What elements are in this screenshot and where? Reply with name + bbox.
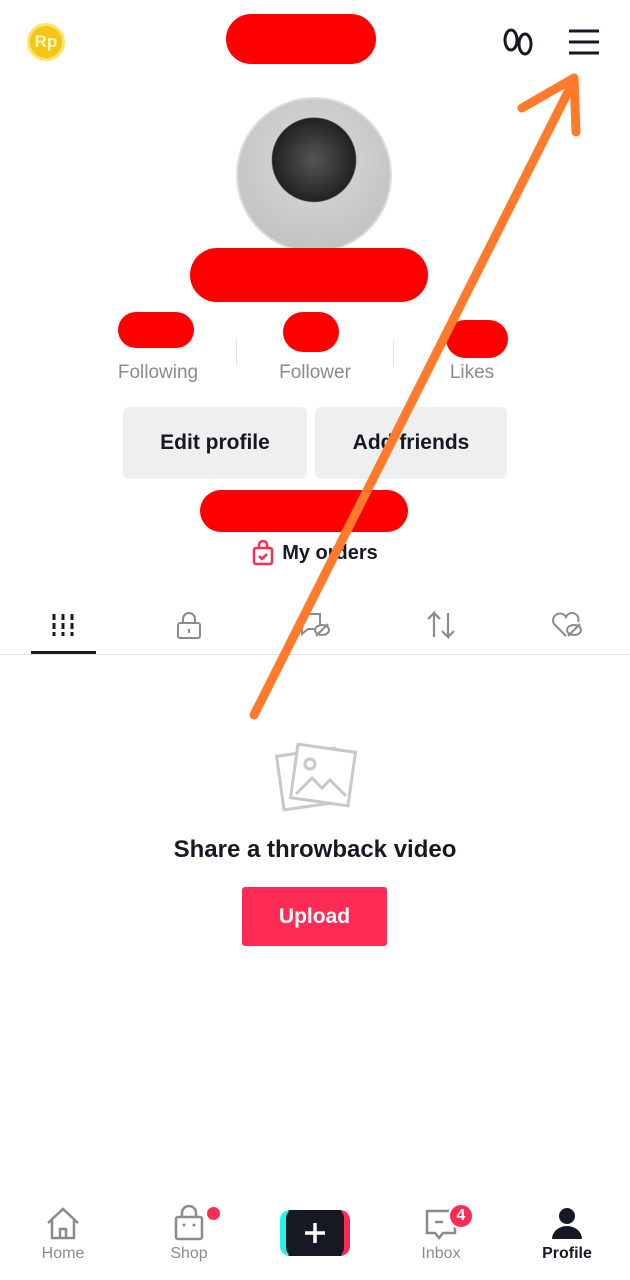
tab-private[interactable] bbox=[126, 600, 252, 650]
redacted-following-count bbox=[118, 312, 194, 348]
divider bbox=[0, 654, 630, 655]
add-friends-button[interactable]: Add friends bbox=[315, 407, 507, 479]
tab-tagged[interactable] bbox=[252, 600, 378, 650]
repost-icon bbox=[427, 610, 455, 640]
plus-icon bbox=[305, 1223, 325, 1243]
home-icon bbox=[47, 1207, 79, 1240]
nav-shop-label: Shop bbox=[170, 1245, 208, 1262]
nav-home[interactable]: Home bbox=[0, 1205, 126, 1275]
nav-home-label: Home bbox=[41, 1245, 85, 1262]
tab-liked[interactable] bbox=[504, 600, 630, 650]
my-orders-label: My orders bbox=[282, 541, 378, 564]
divider bbox=[393, 340, 394, 366]
nav-inbox-label: Inbox bbox=[421, 1245, 461, 1262]
stat-follower[interactable]: Follower bbox=[245, 362, 385, 384]
shop-bag-icon bbox=[174, 1205, 204, 1241]
empty-state-title: Share a throwback video bbox=[173, 836, 457, 863]
stat-following[interactable]: Following bbox=[88, 362, 228, 384]
nav-profile[interactable]: Profile bbox=[504, 1205, 630, 1275]
avatar[interactable] bbox=[236, 97, 392, 253]
coin-icon[interactable]: Rp bbox=[27, 23, 65, 61]
lock-icon bbox=[177, 612, 201, 639]
redacted-likes-count bbox=[446, 320, 508, 358]
create-button[interactable] bbox=[280, 1210, 350, 1256]
shopping-bag-icon bbox=[252, 540, 274, 566]
my-orders-link[interactable]: My orders bbox=[0, 540, 630, 566]
divider bbox=[236, 340, 237, 366]
profile-icon bbox=[552, 1208, 582, 1239]
stat-likes[interactable]: Likes bbox=[402, 362, 542, 384]
redacted-username bbox=[226, 14, 376, 64]
nav-inbox[interactable]: Inbox bbox=[378, 1205, 504, 1275]
edit-profile-button[interactable]: Edit profile bbox=[123, 407, 307, 479]
nav-profile-label: Profile bbox=[542, 1245, 592, 1262]
grid-videos-icon bbox=[52, 614, 74, 636]
redacted-display-name bbox=[190, 248, 428, 302]
hamburger-menu-icon[interactable] bbox=[566, 26, 602, 58]
photo-placeholder-icon bbox=[274, 742, 358, 812]
footprints-icon[interactable] bbox=[500, 25, 536, 61]
redacted-follower-count bbox=[283, 312, 339, 352]
tab-videos[interactable] bbox=[0, 600, 126, 650]
shop-notification-dot bbox=[207, 1207, 220, 1220]
redacted-bio bbox=[200, 490, 408, 532]
hidden-tag-icon bbox=[301, 613, 330, 637]
tab-reposts[interactable] bbox=[378, 600, 504, 650]
upload-button[interactable]: Upload bbox=[242, 887, 387, 946]
inbox-badge: 4 bbox=[448, 1203, 474, 1229]
nav-shop[interactable]: Shop bbox=[126, 1205, 252, 1275]
hidden-likes-icon bbox=[552, 612, 582, 637]
